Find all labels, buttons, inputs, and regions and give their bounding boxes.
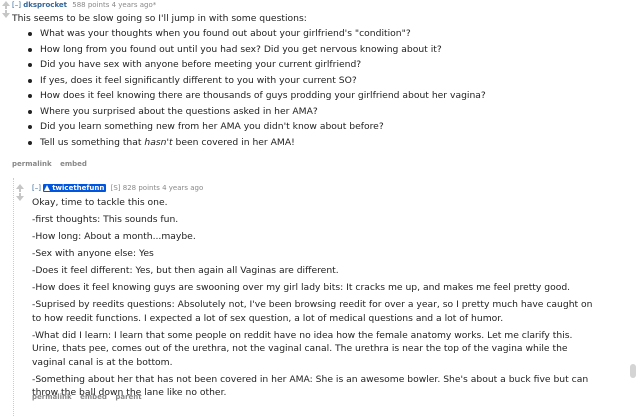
question-item: Where you surprised about the questions …	[12, 104, 486, 120]
embed-link[interactable]: embed	[60, 160, 87, 168]
question-item: If yes, does it feel significantly diffe…	[12, 73, 486, 89]
child-score: 828 points 4 years ago	[122, 184, 204, 192]
downvote-arrow-icon[interactable]	[16, 196, 24, 201]
question-item: What was your thoughts when you found ou…	[12, 26, 486, 42]
submitter-flair: [S]	[110, 184, 121, 192]
child-tagline: [–] twicethefunn [S] 828 points 4 years …	[32, 184, 203, 192]
child-comment: [–] twicethefunn [S] 828 points 4 years …	[13, 178, 640, 416]
emphasis-text: hasn't	[144, 136, 173, 148]
parent-collapse-toggle[interactable]: [–]	[12, 1, 21, 9]
parent-author-link[interactable]: dksprocket	[23, 1, 67, 9]
question-text: been covered in her AMA!	[172, 136, 295, 148]
submitter-triangle-icon	[44, 185, 51, 191]
comment-paragraph: -first thoughts: This sounds fun.	[32, 214, 179, 225]
comment-paragraph: -How long: About a month...maybe.	[32, 231, 196, 242]
child-flat-list: permalink embed parent	[32, 393, 148, 401]
parent-flat-list: permalink embed	[12, 160, 93, 168]
comment-paragraph: -Sex with anyone else: Yes	[32, 248, 154, 259]
child-body: Okay, time to tackle this one. -first tho…	[32, 196, 597, 403]
question-item: How long from you found out until you ha…	[12, 42, 486, 58]
embed-link[interactable]: embed	[80, 393, 107, 401]
question-item: How does it feel knowing there are thous…	[12, 88, 486, 104]
downvote-arrow-icon[interactable]	[2, 13, 10, 18]
comment-paragraph: -What did I learn: I learn that some peo…	[32, 329, 573, 368]
comment-paragraph: -How does it feel knowing guys are swoon…	[32, 282, 571, 293]
parent-link[interactable]: parent	[115, 393, 141, 401]
scrollbar-thumb[interactable]	[630, 364, 636, 378]
permalink-link[interactable]: permalink	[12, 160, 52, 168]
comment-paragraph: -Does it feel different: Yes, but then a…	[32, 265, 339, 276]
parent-intro: This seems to be slow going so I'll jump…	[12, 13, 307, 24]
parent-question-list: What was your thoughts when you found ou…	[12, 26, 486, 150]
parent-tagline: [–] dksprocket 588 points 4 years ago*	[12, 1, 156, 9]
question-item: Tell us something that hasn't been cover…	[12, 135, 486, 151]
parent-score: 588 points 4 years ago*	[72, 1, 157, 9]
op-author-badge[interactable]: twicethefunn	[43, 184, 107, 192]
child-collapse-toggle[interactable]: [–]	[32, 184, 41, 192]
comment-paragraph: Okay, time to tackle this one.	[32, 197, 168, 208]
question-item: Did you have sex with anyone before meet…	[12, 57, 486, 73]
permalink-link[interactable]: permalink	[32, 393, 72, 401]
parent-vote-arrows	[2, 1, 10, 18]
question-item: Did you learn something new from her AMA…	[12, 119, 486, 135]
comment-paragraph: -Suprised by reedits questions: Absolute…	[32, 299, 593, 324]
child-author-link[interactable]: twicethefunn	[52, 184, 104, 192]
question-text: Tell us something that	[40, 136, 145, 148]
child-vote-arrows	[16, 184, 24, 201]
